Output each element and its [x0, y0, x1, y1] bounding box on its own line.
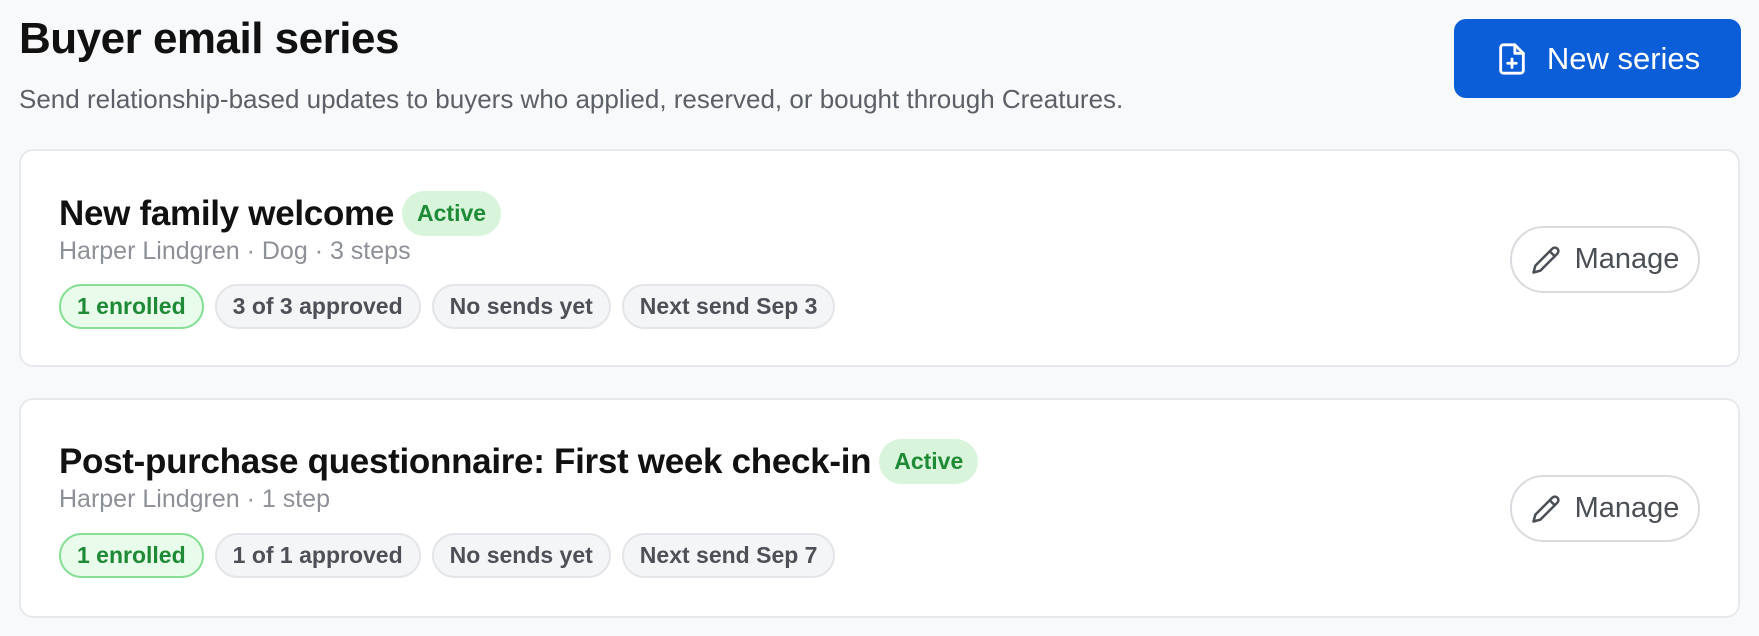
page: Buyer email series Send relationship-bas…	[0, 0, 1759, 636]
manage-label: Manage	[1574, 243, 1680, 275]
series-chip-row: 1 enrolled 3 of 3 approved No sends yet …	[59, 284, 836, 329]
manage-button[interactable]: Manage	[1510, 475, 1700, 542]
page-title: Buyer email series	[19, 14, 399, 63]
enrolled-chip: 1 enrolled	[59, 533, 204, 578]
series-card: New family welcome Active Harper Lindgre…	[19, 149, 1740, 367]
new-series-label: New series	[1546, 40, 1701, 76]
series-meta: Harper Lindgren · 1 step	[59, 485, 330, 513]
next-send-chip: Next send Sep 3	[621, 284, 836, 329]
pencil-icon	[1531, 494, 1561, 524]
status-badge: Active	[402, 191, 502, 236]
pencil-icon	[1531, 245, 1561, 275]
file-plus-icon	[1495, 42, 1529, 76]
page-subtitle: Send relationship-based updates to buyer…	[19, 84, 1124, 114]
next-send-chip: Next send Sep 7	[621, 533, 836, 578]
series-title-row: New family welcome Active	[59, 191, 502, 236]
series-card: Post-purchase questionnaire: First week …	[19, 398, 1740, 618]
series-title: New family welcome	[59, 193, 395, 233]
manage-label: Manage	[1574, 492, 1680, 524]
status-badge: Active	[879, 439, 979, 484]
sends-chip: No sends yet	[431, 533, 611, 578]
sends-chip: No sends yet	[431, 284, 611, 329]
manage-button[interactable]: Manage	[1510, 226, 1700, 293]
series-meta: Harper Lindgren · Dog · 3 steps	[59, 237, 411, 265]
approved-chip: 1 of 1 approved	[214, 533, 421, 578]
series-title-row: Post-purchase questionnaire: First week …	[59, 439, 979, 484]
series-chip-row: 1 enrolled 1 of 1 approved No sends yet …	[59, 533, 836, 578]
enrolled-chip: 1 enrolled	[59, 284, 204, 329]
approved-chip: 3 of 3 approved	[214, 284, 421, 329]
new-series-button[interactable]: New series	[1454, 19, 1741, 98]
series-title: Post-purchase questionnaire: First week …	[59, 441, 872, 481]
